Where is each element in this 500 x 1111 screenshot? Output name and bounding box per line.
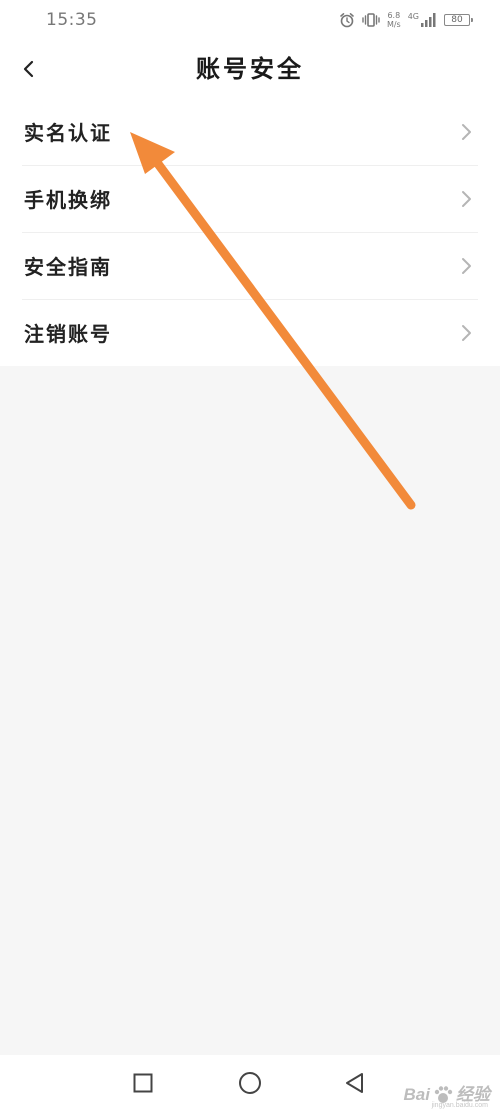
menu-item-change-phone[interactable]: 手机换绑 bbox=[0, 165, 500, 232]
alarm-icon bbox=[339, 12, 355, 28]
signal-icon: 4G bbox=[408, 13, 437, 27]
net-speed-value: 6.8 bbox=[387, 11, 401, 20]
home-icon bbox=[239, 1072, 261, 1094]
navigation-bar: Bai 经验 jingyan.baidu.com bbox=[0, 1055, 500, 1111]
watermark-brand: Bai bbox=[403, 1085, 430, 1104]
recent-apps-button[interactable] bbox=[131, 1071, 155, 1095]
menu-item-label: 手机换绑 bbox=[24, 188, 112, 212]
network-type: 4G bbox=[407, 12, 419, 21]
status-time: 15:35 bbox=[46, 10, 98, 30]
menu-item-security-guide[interactable]: 安全指南 bbox=[0, 232, 500, 299]
menu-item-delete-account[interactable]: 注销账号 bbox=[0, 299, 500, 366]
nav-back-button[interactable] bbox=[343, 1071, 367, 1095]
phone-screen: 15:35 6.8 M/s 4G 80 账号安全 实名认证 手机换绑 安全指南 … bbox=[0, 0, 500, 1111]
watermark-url: jingyan.baidu.com bbox=[431, 1102, 488, 1109]
account-security-menu: 实名认证 手机换绑 安全指南 注销账号 bbox=[0, 98, 500, 366]
recent-apps-icon bbox=[133, 1073, 153, 1093]
battery-icon: 80 bbox=[444, 14, 473, 26]
chevron-right-icon bbox=[458, 122, 474, 142]
chevron-right-icon bbox=[458, 189, 474, 209]
status-bar: 15:35 6.8 M/s 4G 80 bbox=[0, 0, 500, 40]
watermark: Bai 经验 jingyan.baidu.com bbox=[403, 1080, 490, 1109]
status-icons: 6.8 M/s 4G 80 bbox=[339, 11, 473, 29]
battery-level: 80 bbox=[451, 14, 463, 25]
page-title: 账号安全 bbox=[196, 55, 304, 83]
net-speed-unit: M/s bbox=[386, 20, 401, 29]
back-triangle-icon bbox=[346, 1073, 363, 1093]
menu-item-label: 注销账号 bbox=[24, 322, 112, 346]
net-speed: 6.8 M/s bbox=[387, 11, 401, 29]
menu-item-label: 安全指南 bbox=[24, 255, 112, 279]
chevron-right-icon bbox=[458, 323, 474, 343]
chevron-right-icon bbox=[458, 256, 474, 276]
vibrate-icon bbox=[362, 12, 380, 28]
header: 账号安全 bbox=[0, 40, 500, 98]
menu-item-real-name-verification[interactable]: 实名认证 bbox=[0, 98, 500, 165]
menu-item-label: 实名认证 bbox=[24, 121, 112, 145]
home-button[interactable] bbox=[238, 1071, 262, 1095]
